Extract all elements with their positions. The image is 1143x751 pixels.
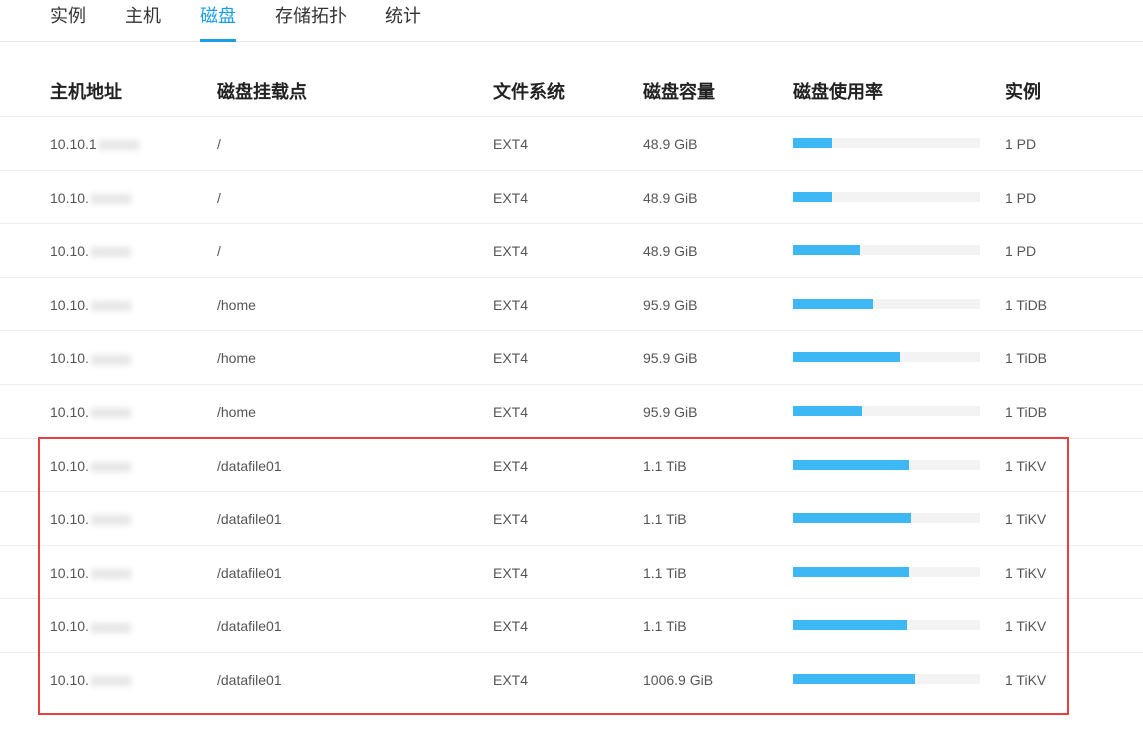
redacted-blur [90, 301, 131, 312]
usage-bar [793, 191, 980, 202]
table-row: 10.10.1 / EXT4 48.9 GiB 1 PD [0, 116, 1143, 170]
table-row: 10.10. /home EXT4 95.9 GiB 1 TiDB [0, 384, 1143, 438]
usage-bar-fill [793, 352, 900, 363]
host-address: 10.10. [50, 297, 131, 313]
instance-count: 1 TiDB [1005, 404, 1048, 420]
tab-disks[interactable]: 磁盘 [200, 2, 236, 42]
mount-point: / [217, 136, 221, 152]
table-row: 10.10. / EXT4 48.9 GiB 1 PD [0, 169, 1143, 224]
redacted-blur [90, 193, 131, 204]
usage-bar [793, 138, 980, 148]
host-address: 10.10. [50, 190, 131, 206]
redacted-blur [98, 140, 139, 151]
disk-size: 95.9 GiB [643, 296, 698, 313]
instance-count: 1 TiDB [1005, 350, 1048, 367]
mount-point: /home [217, 296, 256, 313]
redacted-blur [90, 408, 131, 419]
tab-statistics[interactable]: 统计 [385, 2, 421, 42]
tab-instances[interactable]: 实例 [50, 2, 86, 42]
usage-bar [793, 245, 980, 256]
tab-bar: 实例 主机 磁盘 存储拓扑 统计 [0, 0, 1143, 42]
instance-count: 1 PD [1005, 136, 1037, 152]
file-system: EXT4 [493, 243, 529, 260]
host-address: 10.10. [50, 350, 131, 366]
usage-bar [793, 298, 980, 309]
col-instance: 实例 [1005, 82, 1041, 102]
col-usage: 磁盘使用率 [793, 82, 883, 102]
usage-bar-fill [793, 138, 833, 148]
table-row: 10.10. / EXT4 48.9 GiB 1 PD [0, 223, 1143, 277]
disk-size: 48.9 GiB [643, 243, 698, 260]
redacted-blur [90, 247, 131, 258]
disk-size: 95.9 GiB [643, 350, 698, 367]
mount-point: / [217, 189, 221, 206]
mount-point: /home [217, 350, 256, 367]
host-address: 10.10. [50, 243, 131, 259]
col-size: 磁盘容量 [643, 82, 715, 102]
file-system: EXT4 [493, 189, 529, 206]
col-mount: 磁盘挂载点 [217, 82, 307, 102]
mount-point: / [217, 243, 221, 260]
file-system: EXT4 [493, 136, 529, 152]
tab-hosts[interactable]: 主机 [125, 2, 161, 42]
host-address: 10.10.1 [50, 136, 139, 152]
table-row: 10.10. /home EXT4 95.9 GiB 1 TiDB [0, 276, 1143, 331]
disk-size: 48.9 GiB [643, 136, 698, 152]
file-system: EXT4 [493, 296, 529, 313]
usage-bar-fill [793, 245, 861, 256]
usage-bar-fill [793, 298, 874, 309]
usage-bar [793, 352, 980, 363]
instance-count: 1 PD [1005, 189, 1037, 206]
instance-count: 1 PD [1005, 243, 1037, 260]
highlight-box [38, 437, 1069, 715]
usage-bar-fill [793, 406, 863, 416]
file-system: EXT4 [493, 350, 529, 367]
tab-storage-topology[interactable]: 存储拓扑 [275, 2, 347, 42]
disk-size: 48.9 GiB [643, 189, 698, 206]
usage-bar [793, 406, 980, 416]
mount-point: /home [217, 404, 256, 420]
table-row: 10.10. /home EXT4 95.9 GiB 1 TiDB [0, 330, 1143, 384]
instance-count: 1 TiDB [1005, 296, 1048, 313]
usage-bar-fill [793, 191, 833, 202]
col-host: 主机地址 [50, 82, 122, 102]
disk-size: 95.9 GiB [643, 404, 698, 420]
redacted-blur [90, 354, 131, 365]
col-fs: 文件系统 [493, 82, 565, 102]
host-address: 10.10. [50, 404, 131, 420]
file-system: EXT4 [493, 404, 529, 420]
